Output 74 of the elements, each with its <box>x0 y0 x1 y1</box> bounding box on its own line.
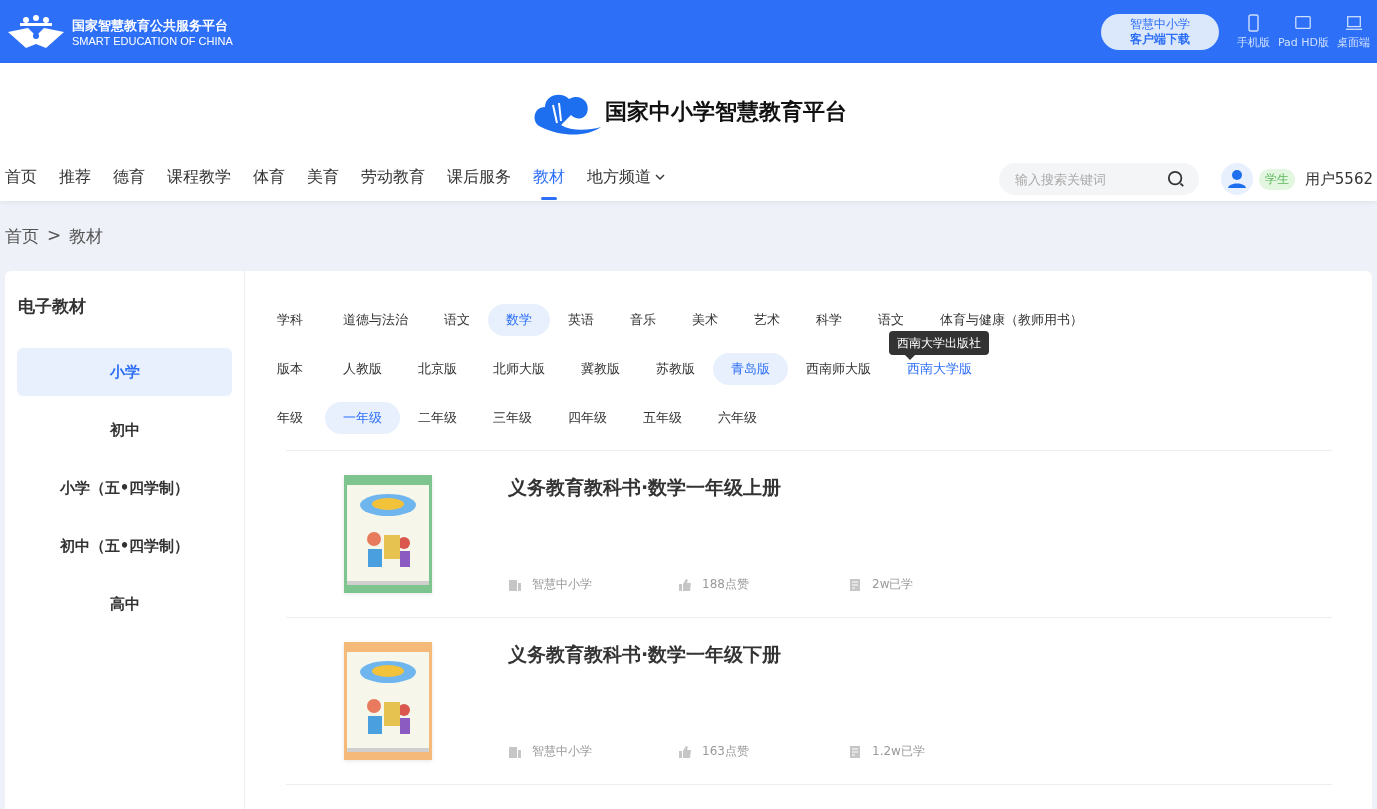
nav-tab[interactable]: 地方频道 <box>576 158 676 200</box>
filter-option[interactable]: 艺术 <box>736 303 798 336</box>
filter-option[interactable]: 四年级 <box>550 401 625 434</box>
filter-option[interactable]: 六年级 <box>700 401 775 434</box>
filter-option[interactable]: 人教版 <box>325 352 400 385</box>
filter-option[interactable]: 冀教版 <box>563 352 638 385</box>
brand-subtitle: SMART EDUCATION OF CHINA <box>72 34 233 47</box>
filter-option[interactable]: 数学 <box>488 303 550 336</box>
filter-option[interactable]: 西南师大版 <box>788 352 889 385</box>
role-tag: 学生 <box>1258 168 1295 190</box>
breadcrumb-item[interactable]: 首页 <box>5 225 39 247</box>
filter-option[interactable]: 美术 <box>674 303 736 336</box>
search-icon <box>1166 170 1185 188</box>
nav-tab[interactable]: 体育 <box>242 158 296 200</box>
tooltip-pointer-icon <box>905 354 915 360</box>
device-link[interactable]: 手机版 <box>1234 13 1272 50</box>
filter-option[interactable]: 青岛版 <box>713 352 788 385</box>
device-link[interactable]: 桌面端 <box>1335 13 1372 50</box>
nav-tab[interactable]: 美育 <box>296 158 350 200</box>
platform-title: 国家中小学智慧教育平台 <box>604 97 847 126</box>
sidebar-item[interactable]: 高中 <box>17 580 232 628</box>
filter-option[interactable]: 一年级 <box>325 401 400 434</box>
filter-option[interactable]: 北师大版 <box>475 352 563 385</box>
breadcrumb-item: > <box>47 225 62 247</box>
document-icon <box>848 744 862 759</box>
filter-option[interactable]: 五年级 <box>625 401 700 434</box>
filter-option[interactable]: 语文 <box>426 303 488 336</box>
nav-tab[interactable]: 课程教学 <box>156 158 242 200</box>
filter-option[interactable]: 科学 <box>798 303 860 336</box>
sidebar-item[interactable]: 小学（五•四学制） <box>17 464 232 512</box>
filter-label: 版本 <box>277 359 304 378</box>
filter-option[interactable]: 北京版 <box>400 352 475 385</box>
learner-count: 2w已学 <box>872 576 914 593</box>
document-icon <box>848 577 862 592</box>
sidebar-item[interactable]: 初中（五•四学制） <box>17 522 232 570</box>
nav-tab[interactable]: 课后服务 <box>436 158 522 200</box>
filter-option[interactable]: 二年级 <box>400 401 475 434</box>
book-logo-icon <box>6 13 66 50</box>
publisher: 智慧中小学 <box>532 743 592 760</box>
download-client-button[interactable]: 智慧中小学 客户端下载 <box>1100 13 1219 50</box>
nav-tab[interactable]: 推荐 <box>48 158 102 200</box>
filter-label: 学科 <box>277 310 304 329</box>
filter-option[interactable]: 苏教版 <box>638 352 713 385</box>
book-title[interactable]: 义务教育教科书·数学一年级上册 <box>508 475 1332 501</box>
search-field[interactable]: 输入搜索关键词 <box>998 163 1199 195</box>
laptop-icon <box>1344 13 1363 32</box>
user-name[interactable]: 用户5562 <box>1304 169 1373 189</box>
nav-tab[interactable]: 教材 <box>522 158 576 200</box>
filter-option[interactable]: 英语 <box>550 303 612 336</box>
like-count: 188点赞 <box>702 576 749 593</box>
thumbs-up-icon <box>678 577 692 592</box>
building-icon <box>508 744 522 759</box>
publisher: 智慧中小学 <box>532 576 592 593</box>
building-icon <box>508 577 522 592</box>
nav-tab[interactable]: 劳动教育 <box>350 158 436 200</box>
tablet-icon <box>1294 13 1313 32</box>
like-count: 163点赞 <box>702 743 749 760</box>
filter-option[interactable]: 西南大学版 <box>889 352 990 385</box>
learner-count: 1.2w已学 <box>872 743 925 760</box>
sidebar-title: 电子教材 <box>18 295 87 318</box>
breadcrumb-item[interactable]: 教材 <box>69 225 104 247</box>
sidebar-item[interactable]: 小学 <box>17 348 232 396</box>
brand-title: 国家智慧教育公共服务平台 <box>72 16 229 35</box>
thumbs-up-icon <box>678 744 692 759</box>
filter-option[interactable]: 音乐 <box>612 303 674 336</box>
filter-label: 年级 <box>277 408 304 427</box>
avatar-icon[interactable] <box>1220 163 1253 195</box>
nav-tab[interactable]: 首页 <box>5 158 48 200</box>
tooltip: 西南大学出版社 <box>889 330 989 355</box>
sidebar-item[interactable]: 初中 <box>17 406 232 454</box>
filter-option[interactable]: 道德与法治 <box>325 303 426 336</box>
nav-tab[interactable]: 德育 <box>102 158 156 200</box>
filter-option[interactable]: 三年级 <box>475 401 550 434</box>
book-title[interactable]: 义务教育教科书·数学一年级下册 <box>508 642 1332 668</box>
